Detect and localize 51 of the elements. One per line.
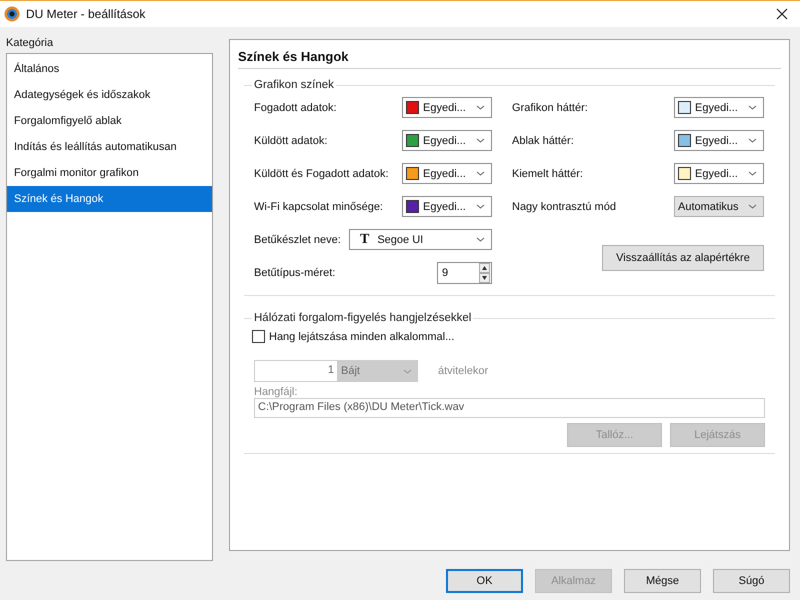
amount-suffix: átvitelekor <box>438 365 488 377</box>
chevron-down-icon <box>476 138 485 143</box>
chevron-down-icon <box>403 368 412 374</box>
field-label: Fogadott adatok: <box>254 102 337 114</box>
window-title: DU Meter - beállítások <box>26 7 146 21</box>
chevron-down-icon <box>748 105 757 110</box>
app-logo-icon <box>4 6 20 22</box>
color-dropdown[interactable]: Egyedi... <box>402 130 492 151</box>
dialog-button[interactable]: Súgó <box>713 569 790 593</box>
font-type-icon: T <box>360 232 370 248</box>
category-item[interactable]: Indítás és leállítás automatikusan <box>7 134 212 160</box>
category-item[interactable]: Színek és Hangok <box>7 186 212 212</box>
chevron-down-icon <box>748 204 757 209</box>
color-dropdown[interactable]: Egyedi... <box>402 163 492 184</box>
color-dropdown[interactable]: Egyedi... <box>674 130 764 151</box>
chevron-down-icon <box>476 171 485 176</box>
font-dropdown[interactable]: T Segoe UI <box>349 229 492 250</box>
chevron-down-icon <box>748 138 757 143</box>
category-item[interactable]: Forgalmi monitor grafikon <box>7 160 212 186</box>
color-dropdown[interactable]: Egyedi... <box>674 97 764 118</box>
dialog-button[interactable]: OK <box>446 569 523 593</box>
field-label: Grafikon háttér: <box>512 102 588 114</box>
sound-file-label: Hangfájl: <box>254 386 298 398</box>
chevron-down-icon <box>476 237 485 242</box>
reset-button[interactable]: Visszaállítás az alapértékre <box>602 245 764 271</box>
contrast-dropdown[interactable]: Automatikus <box>674 196 764 217</box>
category-item[interactable]: Általános <box>7 56 212 82</box>
sound-checkbox[interactable]: Hang lejátszása minden alkalommal... <box>252 330 454 343</box>
color-dropdown[interactable]: Egyedi... <box>402 196 492 217</box>
close-icon[interactable] <box>776 8 788 20</box>
group-title: Hálózati forgalom-figyelés hangjelzésekkel <box>253 312 472 324</box>
field-label: Küldött és Fogadott adatok: <box>254 168 389 180</box>
field-label: Nagy kontrasztú mód <box>512 200 616 212</box>
field-label: Wi-Fi kapcsolat minősége: <box>254 200 383 212</box>
chevron-down-icon <box>476 204 485 209</box>
font-size-spinner[interactable]: 9 <box>437 262 492 284</box>
color-dropdown[interactable]: Egyedi... <box>674 163 764 184</box>
color-dropdown[interactable]: Egyedi... <box>402 97 492 118</box>
chevron-down-icon <box>748 171 757 176</box>
category-label: Kategória <box>6 37 54 51</box>
field-label: Betűkészlet neve: <box>254 234 341 246</box>
field-label: Küldött adatok: <box>254 134 328 146</box>
field-label: Ablak háttér: <box>512 134 574 146</box>
chevron-down-icon <box>476 105 485 110</box>
field-label: Betűtípus-méret: <box>254 266 336 278</box>
category-item[interactable]: Adategységek és időszakok <box>7 82 212 108</box>
field-label: Kiemelt háttér: <box>512 168 583 180</box>
category-item[interactable]: Forgalomfigyelő ablak <box>7 108 212 134</box>
group-title: Grafikon színek <box>253 79 335 91</box>
panel-title: Színek és Hangok <box>238 40 781 69</box>
dialog-button[interactable]: Mégse <box>624 569 701 593</box>
